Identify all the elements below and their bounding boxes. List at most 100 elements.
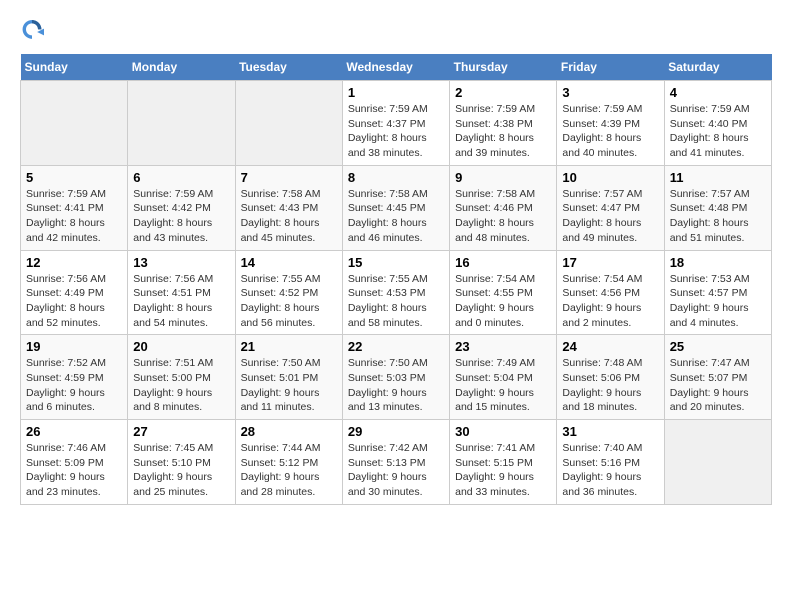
day-number: 19 xyxy=(26,339,122,354)
day-of-week-header: Thursday xyxy=(450,54,557,81)
day-of-week-header: Saturday xyxy=(664,54,771,81)
day-number: 12 xyxy=(26,255,122,270)
day-number: 25 xyxy=(670,339,766,354)
day-info: Sunrise: 7:50 AMSunset: 5:01 PMDaylight:… xyxy=(241,356,337,415)
calendar-table: SundayMondayTuesdayWednesdayThursdayFrid… xyxy=(20,54,772,505)
day-number: 26 xyxy=(26,424,122,439)
day-number: 3 xyxy=(562,85,658,100)
day-info: Sunrise: 7:56 AMSunset: 4:49 PMDaylight:… xyxy=(26,272,122,331)
day-info: Sunrise: 7:44 AMSunset: 5:12 PMDaylight:… xyxy=(241,441,337,500)
calendar-cell: 17 Sunrise: 7:54 AMSunset: 4:56 PMDayligh… xyxy=(557,250,664,335)
calendar-cell: 9Sunrise: 7:58 AMSunset: 4:46 PMDaylight… xyxy=(450,165,557,250)
day-number: 5 xyxy=(26,170,122,185)
day-info: Sunrise: 7:59 AMSunset: 4:41 PMDaylight:… xyxy=(26,187,122,246)
day-number: 18 xyxy=(670,255,766,270)
calendar-cell: 4 Sunrise: 7:59 AMSunset: 4:40 PMDaylight… xyxy=(664,81,771,166)
calendar-cell: 25 Sunrise: 7:47 AMSunset: 5:07 PMDayligh… xyxy=(664,335,771,420)
calendar-cell xyxy=(235,81,342,166)
day-info: Sunrise: 7:41 AMSunset: 5:15 PMDaylight:… xyxy=(455,441,551,500)
calendar-cell: 30 Sunrise: 7:41 AMSunset: 5:15 PMDayligh… xyxy=(450,420,557,505)
day-number: 31 xyxy=(562,424,658,439)
day-of-week-header: Monday xyxy=(128,54,235,81)
day-number: 4 xyxy=(670,85,766,100)
calendar-cell: 5 Sunrise: 7:59 AMSunset: 4:41 PMDaylight… xyxy=(21,165,128,250)
day-number: 7 xyxy=(241,170,337,185)
day-info: Sunrise: 7:48 AMSunset: 5:06 PMDaylight:… xyxy=(562,356,658,415)
day-info: Sunrise: 7:54 AMSunset: 4:56 PMDaylight:… xyxy=(562,272,658,331)
day-number: 24 xyxy=(562,339,658,354)
calendar-week-row: 12 Sunrise: 7:56 AMSunset: 4:49 PMDayligh… xyxy=(21,250,772,335)
day-number: 1 xyxy=(348,85,444,100)
day-info: Sunrise: 7:59 AMSunset: 4:40 PMDaylight:… xyxy=(670,102,766,161)
day-number: 16 xyxy=(455,255,551,270)
calendar-cell: 2Sunrise: 7:59 AMSunset: 4:38 PMDaylight… xyxy=(450,81,557,166)
day-info: Sunrise: 7:57 AMSunset: 4:48 PMDaylight:… xyxy=(670,187,766,246)
day-info: Sunrise: 7:55 AMSunset: 4:53 PMDaylight:… xyxy=(348,272,444,331)
day-number: 23 xyxy=(455,339,551,354)
calendar-cell: 18 Sunrise: 7:53 AMSunset: 4:57 PMDayligh… xyxy=(664,250,771,335)
calendar-cell: 11 Sunrise: 7:57 AMSunset: 4:48 PMDayligh… xyxy=(664,165,771,250)
day-number: 11 xyxy=(670,170,766,185)
day-number: 14 xyxy=(241,255,337,270)
day-info: Sunrise: 7:49 AMSunset: 5:04 PMDaylight:… xyxy=(455,356,551,415)
day-of-week-header: Tuesday xyxy=(235,54,342,81)
calendar-cell: 14 Sunrise: 7:55 AMSunset: 4:52 PMDayligh… xyxy=(235,250,342,335)
day-info: Sunrise: 7:40 AMSunset: 5:16 PMDaylight:… xyxy=(562,441,658,500)
day-info: Sunrise: 7:50 AMSunset: 5:03 PMDaylight:… xyxy=(348,356,444,415)
day-number: 30 xyxy=(455,424,551,439)
day-info: Sunrise: 7:47 AMSunset: 5:07 PMDaylight:… xyxy=(670,356,766,415)
calendar-week-row: 5 Sunrise: 7:59 AMSunset: 4:41 PMDaylight… xyxy=(21,165,772,250)
day-info: Sunrise: 7:42 AMSunset: 5:13 PMDaylight:… xyxy=(348,441,444,500)
calendar-cell: 23 Sunrise: 7:49 AMSunset: 5:04 PMDayligh… xyxy=(450,335,557,420)
logo xyxy=(20,20,48,44)
day-of-week-header: Friday xyxy=(557,54,664,81)
calendar-cell xyxy=(664,420,771,505)
day-of-week-header: Sunday xyxy=(21,54,128,81)
day-info: Sunrise: 7:53 AMSunset: 4:57 PMDaylight:… xyxy=(670,272,766,331)
calendar-week-row: 1 Sunrise: 7:59 AMSunset: 4:37 PMDaylight… xyxy=(21,81,772,166)
calendar-cell: 20Sunrise: 7:51 AMSunset: 5:00 PMDayligh… xyxy=(128,335,235,420)
day-info: Sunrise: 7:57 AMSunset: 4:47 PMDaylight:… xyxy=(562,187,658,246)
calendar-cell: 8 Sunrise: 7:58 AMSunset: 4:45 PMDaylight… xyxy=(342,165,449,250)
day-info: Sunrise: 7:52 AMSunset: 4:59 PMDaylight:… xyxy=(26,356,122,415)
day-number: 8 xyxy=(348,170,444,185)
calendar-week-row: 19 Sunrise: 7:52 AMSunset: 4:59 PMDayligh… xyxy=(21,335,772,420)
page-header xyxy=(20,20,772,44)
calendar-cell: 24 Sunrise: 7:48 AMSunset: 5:06 PMDayligh… xyxy=(557,335,664,420)
day-number: 13 xyxy=(133,255,229,270)
day-info: Sunrise: 7:55 AMSunset: 4:52 PMDaylight:… xyxy=(241,272,337,331)
day-info: Sunrise: 7:59 AMSunset: 4:42 PMDaylight:… xyxy=(133,187,229,246)
calendar-cell: 12 Sunrise: 7:56 AMSunset: 4:49 PMDayligh… xyxy=(21,250,128,335)
day-info: Sunrise: 7:59 AMSunset: 4:37 PMDaylight:… xyxy=(348,102,444,161)
calendar-cell: 27 Sunrise: 7:45 AMSunset: 5:10 PMDayligh… xyxy=(128,420,235,505)
day-info: Sunrise: 7:56 AMSunset: 4:51 PMDaylight:… xyxy=(133,272,229,331)
day-number: 15 xyxy=(348,255,444,270)
calendar-cell: 16Sunrise: 7:54 AMSunset: 4:55 PMDayligh… xyxy=(450,250,557,335)
calendar-week-row: 26Sunrise: 7:46 AMSunset: 5:09 PMDayligh… xyxy=(21,420,772,505)
day-number: 27 xyxy=(133,424,229,439)
calendar-cell: 13 Sunrise: 7:56 AMSunset: 4:51 PMDayligh… xyxy=(128,250,235,335)
day-number: 17 xyxy=(562,255,658,270)
day-info: Sunrise: 7:45 AMSunset: 5:10 PMDaylight:… xyxy=(133,441,229,500)
calendar-cell: 26Sunrise: 7:46 AMSunset: 5:09 PMDayligh… xyxy=(21,420,128,505)
day-of-week-header: Wednesday xyxy=(342,54,449,81)
calendar-cell: 6 Sunrise: 7:59 AMSunset: 4:42 PMDaylight… xyxy=(128,165,235,250)
day-number: 6 xyxy=(133,170,229,185)
calendar-cell: 28 Sunrise: 7:44 AMSunset: 5:12 PMDayligh… xyxy=(235,420,342,505)
calendar-cell: 3Sunrise: 7:59 AMSunset: 4:39 PMDaylight… xyxy=(557,81,664,166)
calendar-cell: 15 Sunrise: 7:55 AMSunset: 4:53 PMDayligh… xyxy=(342,250,449,335)
day-number: 2 xyxy=(455,85,551,100)
calendar-cell: 7Sunrise: 7:58 AMSunset: 4:43 PMDaylight… xyxy=(235,165,342,250)
day-number: 29 xyxy=(348,424,444,439)
day-number: 28 xyxy=(241,424,337,439)
calendar-cell: 19 Sunrise: 7:52 AMSunset: 4:59 PMDayligh… xyxy=(21,335,128,420)
calendar-cell xyxy=(128,81,235,166)
calendar-cell: 21 Sunrise: 7:50 AMSunset: 5:01 PMDayligh… xyxy=(235,335,342,420)
calendar-cell: 1 Sunrise: 7:59 AMSunset: 4:37 PMDaylight… xyxy=(342,81,449,166)
logo-icon xyxy=(20,20,44,44)
day-info: Sunrise: 7:58 AMSunset: 4:45 PMDaylight:… xyxy=(348,187,444,246)
calendar-cell xyxy=(21,81,128,166)
calendar-cell: 22Sunrise: 7:50 AMSunset: 5:03 PMDayligh… xyxy=(342,335,449,420)
day-info: Sunrise: 7:58 AMSunset: 4:46 PMDaylight:… xyxy=(455,187,551,246)
day-number: 21 xyxy=(241,339,337,354)
